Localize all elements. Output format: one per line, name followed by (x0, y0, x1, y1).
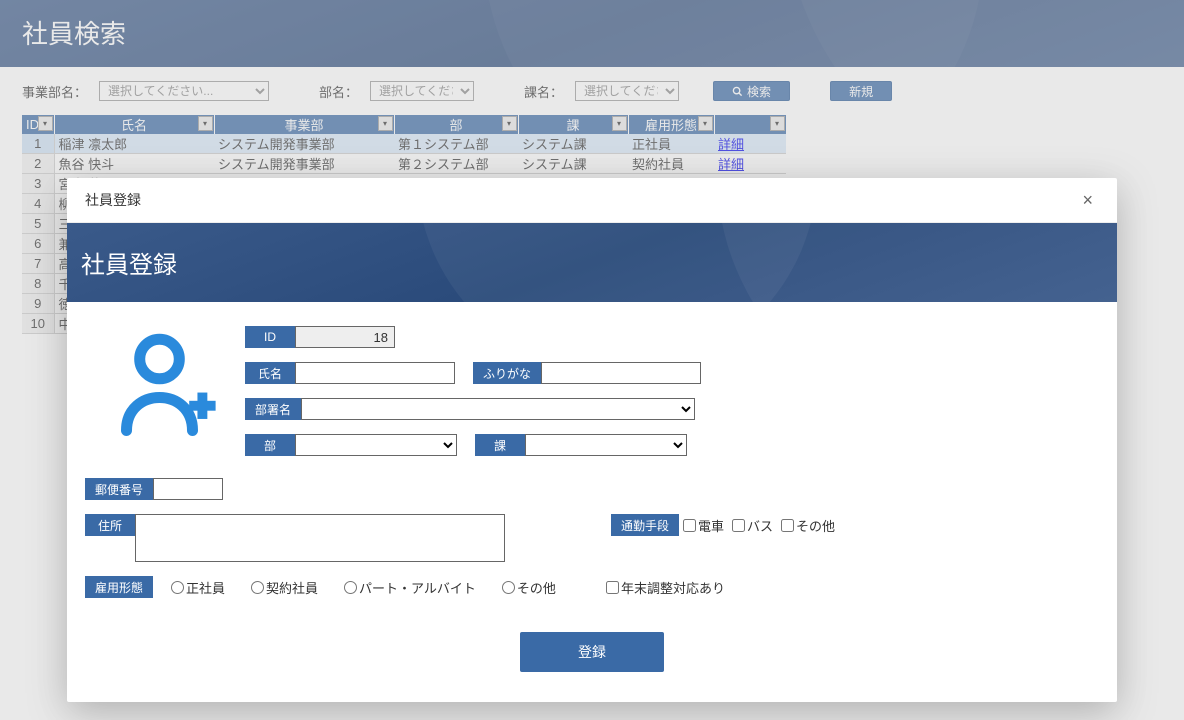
fld-label-kana: ふりがな (473, 362, 541, 384)
modal-overlay: 社員登録 × 社員登録 (0, 0, 1184, 720)
add-user-icon (110, 326, 220, 436)
close-icon: × (1082, 190, 1093, 210)
emp-fulltime-radio[interactable] (171, 581, 184, 594)
fld-label-id: ID (245, 326, 295, 348)
name-input[interactable] (295, 362, 455, 384)
modal-banner: 社員登録 (67, 223, 1117, 302)
address-input[interactable] (135, 514, 505, 562)
modal-close-button[interactable]: × (1076, 190, 1099, 210)
emp-contract-option[interactable]: 契約社員 (251, 578, 318, 597)
department-select-modal[interactable] (295, 434, 457, 456)
id-field: 18 (295, 326, 395, 348)
kana-input[interactable] (541, 362, 701, 384)
modal-banner-title: 社員登録 (81, 252, 177, 279)
postal-input[interactable] (153, 478, 223, 500)
commute-other-option[interactable]: その他 (781, 516, 835, 535)
fld-label-department: 部 (245, 434, 295, 456)
modal-titlebar: 社員登録 × (67, 178, 1117, 223)
fld-label-deptname: 部署名 (245, 398, 301, 420)
emp-contract-radio[interactable] (251, 581, 264, 594)
section-select-modal[interactable] (525, 434, 687, 456)
deptname-select[interactable] (301, 398, 695, 420)
fld-label-name: 氏名 (245, 362, 295, 384)
emp-parttime-radio[interactable] (344, 581, 357, 594)
emp-other-option[interactable]: その他 (502, 578, 556, 597)
fld-label-section: 課 (475, 434, 525, 456)
commute-bus-checkbox[interactable] (732, 519, 745, 532)
modal-title: 社員登録 (85, 190, 141, 210)
fld-label-employment: 雇用形態 (85, 576, 153, 598)
commute-bus-option[interactable]: バス (732, 516, 773, 535)
commute-train-option[interactable]: 電車 (683, 516, 724, 535)
year-end-adj-option[interactable]: 年末調整対応あり (606, 578, 725, 597)
year-end-adj-checkbox[interactable] (606, 581, 619, 594)
emp-fulltime-option[interactable]: 正社員 (171, 578, 225, 597)
commute-train-checkbox[interactable] (683, 519, 696, 532)
emp-other-radio[interactable] (502, 581, 515, 594)
fld-label-commute: 通勤手段 (611, 514, 679, 536)
fld-label-address: 住所 (85, 514, 135, 536)
emp-parttime-option[interactable]: パート・アルバイト (344, 578, 476, 597)
commute-other-checkbox[interactable] (781, 519, 794, 532)
fld-label-postal: 郵便番号 (85, 478, 153, 500)
employee-register-modal: 社員登録 × 社員登録 (67, 178, 1117, 702)
submit-button[interactable]: 登録 (520, 632, 664, 672)
